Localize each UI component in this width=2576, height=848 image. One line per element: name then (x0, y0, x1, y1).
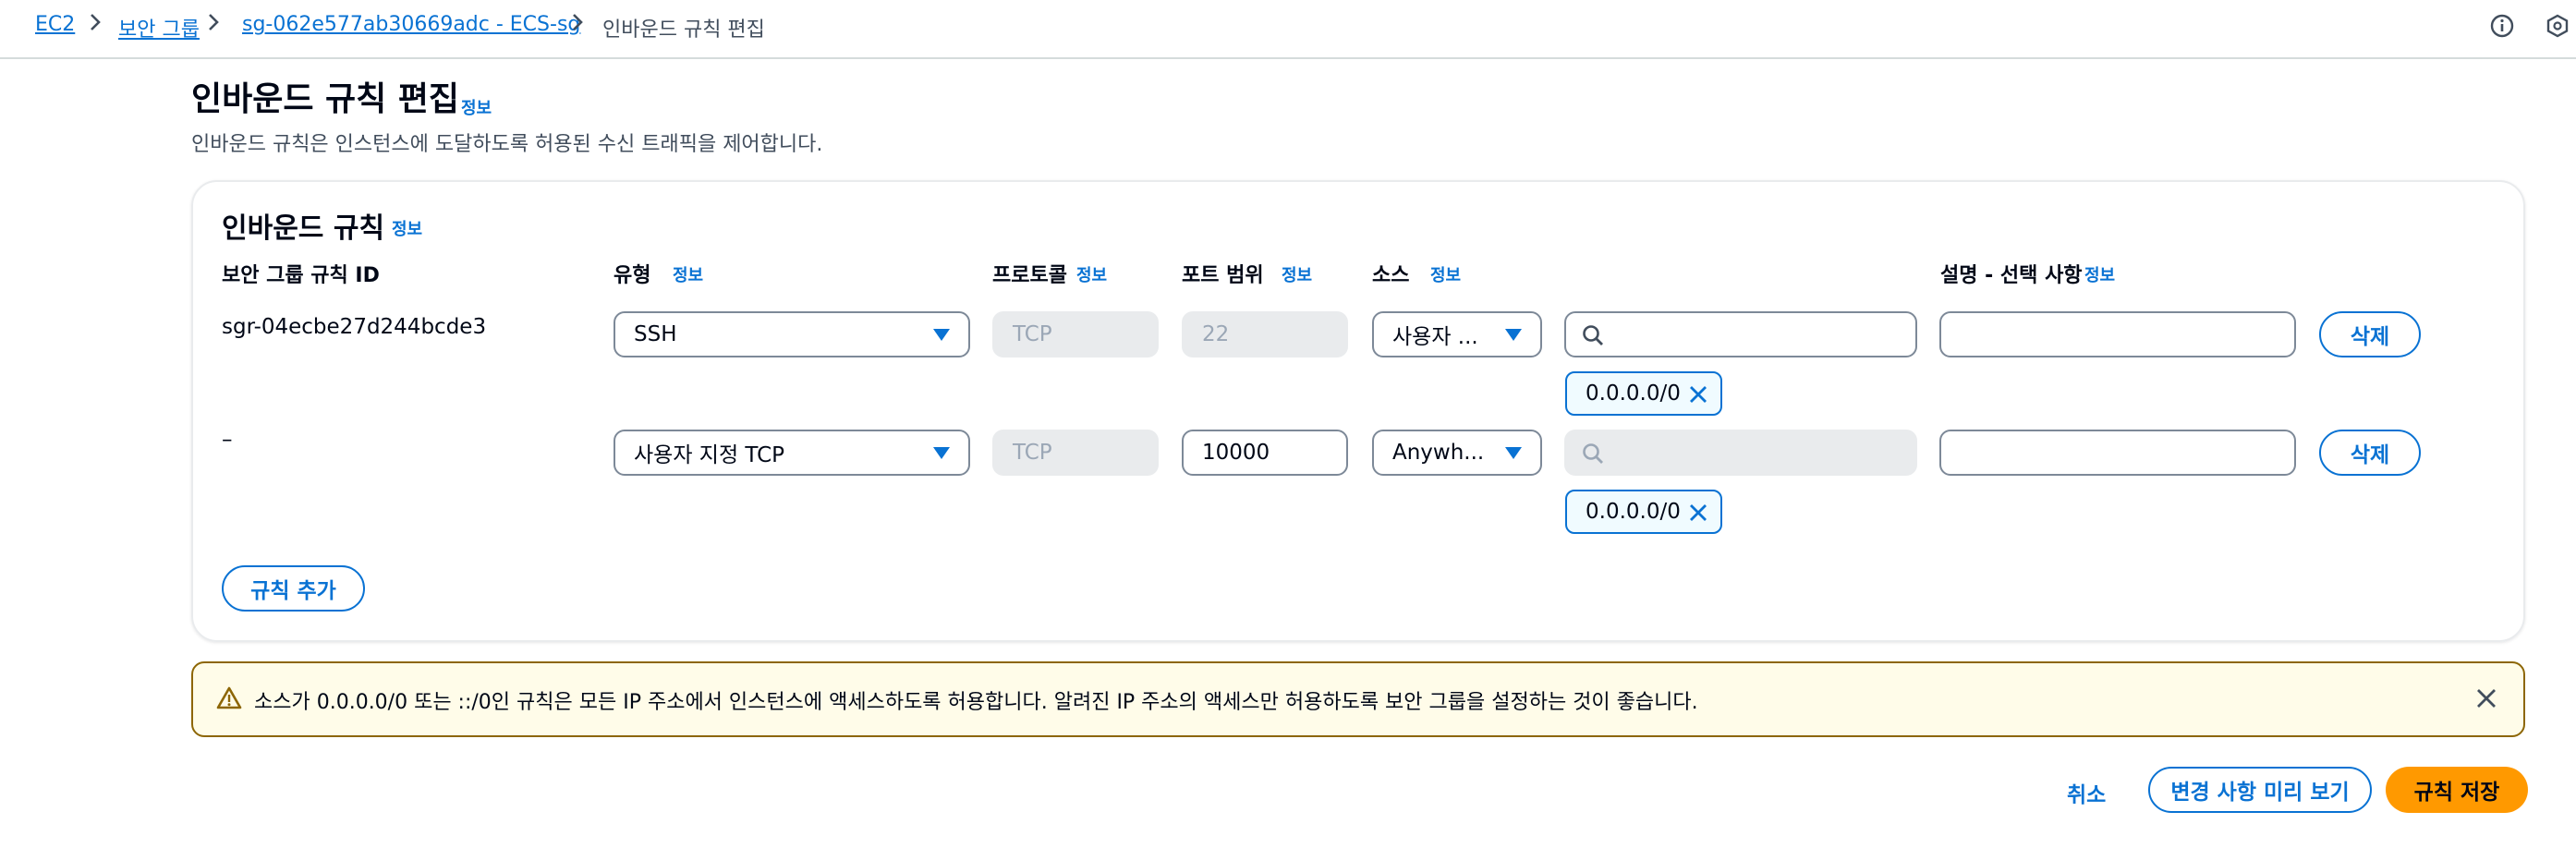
search-icon (1583, 443, 1603, 464)
cidr-token-value: 0.0.0.0/0 (1586, 500, 1681, 524)
source-search-input (1564, 430, 1917, 476)
delete-button[interactable]: 삭제 (2319, 430, 2421, 476)
protocol-field: TCP (992, 311, 1159, 357)
page-description: 인바운드 규칙은 인스턴스에 도달하도록 허용된 수신 트래픽을 제어합니다. (191, 133, 823, 156)
panel-title: 인바운드 규칙 (222, 212, 385, 245)
breadcrumb: EC2 보안 그룹 sg-062e577ab30669adc - ECS-sg … (0, 0, 924, 55)
column-header-rule-id: 보안 그룹 규칙 ID (222, 264, 380, 287)
close-icon[interactable] (1687, 502, 1709, 524)
source-info-link[interactable]: 정보 (1430, 262, 1461, 286)
port-range-input[interactable]: 10000 (1182, 430, 1348, 476)
column-header-description: 설명 - 선택 사항 (1940, 264, 2083, 287)
column-header-port-range: 포트 범위 (1182, 264, 1264, 287)
chevron-right-icon (573, 14, 583, 30)
type-info-link[interactable]: 정보 (673, 262, 703, 286)
warning-icon (216, 686, 242, 709)
search-icon (1583, 325, 1603, 345)
rule-row: – 사용자 지정 TCP TCP 10000 Anywh... 0.0.0.0/… (213, 423, 2448, 541)
source-type-select[interactable]: Anywh... (1372, 430, 1542, 476)
rule-row: sgr-04ecbe27d244bcde3 SSH TCP 22 사용자 ...… (213, 305, 2448, 423)
port-info-link[interactable]: 정보 (1282, 262, 1312, 286)
preview-changes-button[interactable]: 변경 사항 미리 보기 (2148, 767, 2372, 813)
close-icon[interactable] (2474, 686, 2498, 710)
cancel-button[interactable]: 취소 (2067, 777, 2106, 808)
save-rules-button[interactable]: 규칙 저장 (2386, 767, 2528, 813)
caret-down-icon (1505, 447, 1522, 459)
type-select-value: SSH (634, 322, 677, 346)
close-icon[interactable] (1687, 383, 1709, 406)
alert-message: 소스가 0.0.0.0/0 또는 ::/0인 규칙은 모든 IP 주소에서 인스… (254, 691, 1698, 714)
caret-down-icon (1505, 329, 1522, 341)
cidr-token: 0.0.0.0/0 (1565, 371, 1722, 416)
breadcrumb-sg-link[interactable]: sg-062e577ab30669adc - ECS-sg (242, 13, 580, 36)
column-header-protocol: 프로토콜 (992, 264, 1067, 287)
description-input[interactable] (1939, 430, 2296, 476)
source-type-select[interactable]: 사용자 ... (1372, 311, 1542, 357)
chevron-right-icon (209, 14, 219, 30)
cidr-token-value: 0.0.0.0/0 (1586, 382, 1681, 406)
cidr-token: 0.0.0.0/0 (1565, 490, 1722, 534)
panel-info-link[interactable]: 정보 (392, 216, 422, 240)
column-header-type: 유형 (614, 264, 651, 287)
chevron-right-icon (91, 14, 101, 30)
breadcrumb-security-groups-link[interactable]: 보안 그룹 (118, 13, 200, 42)
port-range-field: 22 (1182, 311, 1348, 357)
breadcrumb-current: 인바운드 규칙 편집 (602, 18, 765, 42)
delete-button[interactable]: 삭제 (2319, 311, 2421, 357)
info-circle-icon[interactable] (2489, 13, 2515, 39)
rule-id: sgr-04ecbe27d244bcde3 (222, 315, 487, 339)
column-header-source: 소스 (1372, 264, 1410, 287)
rule-id: – (222, 428, 233, 452)
type-select-value: 사용자 지정 TCP (634, 443, 785, 467)
description-input[interactable] (1939, 311, 2296, 357)
caret-down-icon (933, 447, 950, 459)
protocol-field: TCP (992, 430, 1159, 476)
page-title: 인바운드 규칙 편집 (191, 80, 460, 118)
add-rule-button[interactable]: 규칙 추가 (222, 565, 365, 612)
breadcrumb-ec2-link[interactable]: EC2 (35, 13, 75, 36)
source-type-value: 사용자 ... (1392, 325, 1478, 349)
source-search-input[interactable] (1564, 311, 1917, 357)
type-select[interactable]: 사용자 지정 TCP (614, 430, 970, 476)
page-info-link[interactable]: 정보 (461, 95, 492, 119)
source-type-value: Anywh... (1392, 441, 1485, 465)
protocol-info-link[interactable]: 정보 (1076, 262, 1107, 286)
type-select[interactable]: SSH (614, 311, 970, 357)
caret-down-icon (933, 329, 950, 341)
description-info-link[interactable]: 정보 (2084, 262, 2115, 286)
hexagon-icon[interactable] (2545, 13, 2570, 39)
